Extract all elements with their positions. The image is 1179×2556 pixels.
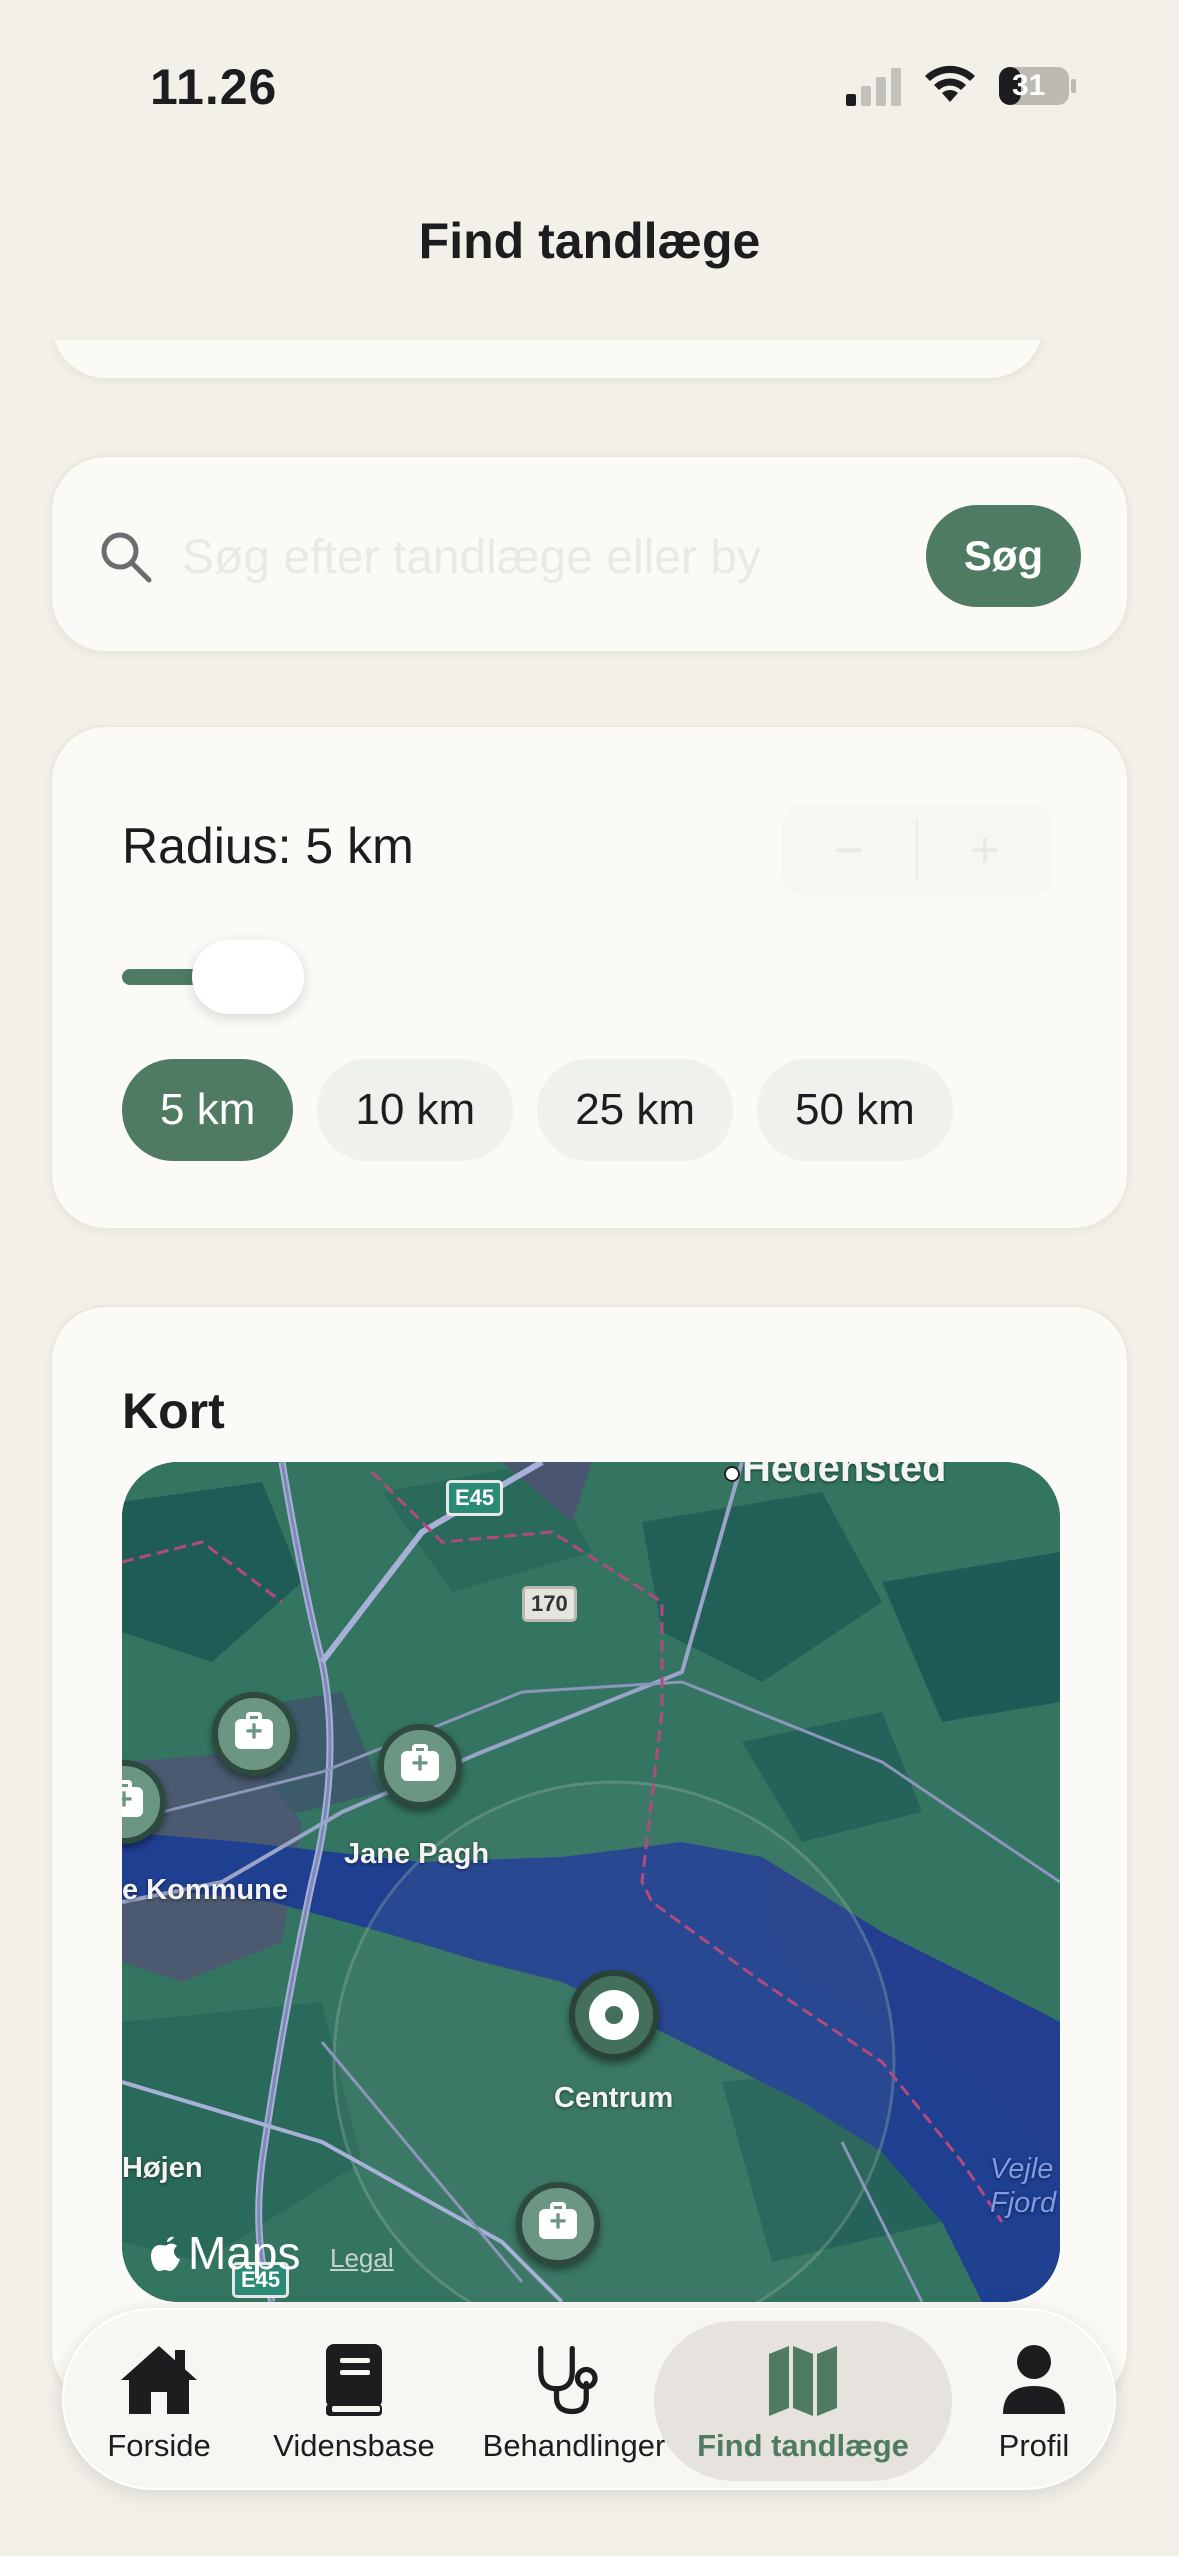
radius-chip-50[interactable]: 50 km <box>757 1059 953 1161</box>
location-ring-icon <box>589 1990 639 2040</box>
map-label-kommune: e Kommune <box>122 1874 288 1906</box>
map-label-hedensted: Hedensted <box>742 1462 947 1490</box>
search-icon <box>101 532 152 583</box>
maps-label: Maps <box>188 2227 301 2279</box>
tab-bar: Forside Vidensbase Behandlinger Find tan… <box>62 2308 1116 2490</box>
apple-logo-icon <box>151 2236 180 2271</box>
status-bar: 11.26 31 <box>0 0 1179 180</box>
map-icon <box>761 2338 845 2422</box>
map-view[interactable]: Hedensted E45 170 Jane Pagh e Kommune Ce… <box>122 1462 1060 2302</box>
dentist-pin-jane-pagh[interactable] <box>378 1724 462 1808</box>
road-shield-170: 170 <box>522 1586 577 1622</box>
search-input[interactable] <box>182 517 942 597</box>
current-location-pin[interactable] <box>569 1970 659 2060</box>
radius-chips: 5 km 10 km 25 km 50 km <box>122 1059 953 1161</box>
radius-label: Radius: 5 km <box>122 818 414 874</box>
tab-behandlinger[interactable]: Behandlinger <box>474 2310 674 2492</box>
stethoscope-icon <box>532 2338 616 2422</box>
signal-icon <box>846 68 901 106</box>
map-title: Kort <box>122 1383 225 1439</box>
radius-chip-10[interactable]: 10 km <box>317 1059 514 1161</box>
map-label-vejle-fjord: Vejle Fjord <box>990 2153 1057 2219</box>
briefcase-medical-icon <box>122 1780 143 1817</box>
radius-stepper[interactable]: − + <box>782 805 1052 895</box>
tab-profil[interactable]: Profil <box>964 2310 1104 2492</box>
road-shield-e45: E45 <box>446 1480 504 1516</box>
tab-forside[interactable]: Forside <box>84 2310 234 2492</box>
apple-maps-logo: Maps <box>150 2226 300 2280</box>
search-button[interactable]: Søg <box>926 505 1081 607</box>
wifi-icon <box>925 65 975 102</box>
map-label-jane-pagh: Jane Pagh <box>344 1838 490 1870</box>
radius-chip-5[interactable]: 5 km <box>122 1059 294 1161</box>
tab-vidensbase[interactable]: Vidensbase <box>264 2310 444 2492</box>
status-time: 11.26 <box>150 59 278 115</box>
tab-label: Forside <box>107 2428 211 2463</box>
radius-chip-25[interactable]: 25 km <box>537 1059 734 1161</box>
page-title: Find tandlæge <box>418 213 761 269</box>
map-card: Kort Hedensted E45 170 + + + Jane Pagh e… <box>50 1305 1129 2405</box>
tab-label: Find tandlæge <box>697 2428 909 2463</box>
tab-find-tandlaege[interactable]: Find tandlæge <box>654 2321 952 2481</box>
tab-label: Behandlinger <box>482 2428 666 2463</box>
briefcase-medical-icon <box>235 1712 273 1749</box>
house-icon <box>117 2338 201 2422</box>
map-label-hojen: Højen <box>122 2152 203 2184</box>
radius-slider-thumb[interactable] <box>192 940 304 1014</box>
battery-icon: 31 <box>998 66 1078 106</box>
tab-label: Profil <box>998 2428 1070 2463</box>
tab-label: Vidensbase <box>273 2428 435 2463</box>
radius-card: Radius: 5 km − + 5 km 10 km 25 km 50 km <box>50 725 1129 1230</box>
radius-decrement-button[interactable]: − <box>782 805 916 895</box>
map-label-centrum: Centrum <box>554 2082 674 2114</box>
battery-level: 31 <box>1012 69 1046 102</box>
briefcase-medical-icon <box>539 2202 577 2239</box>
legal-link[interactable]: Legal <box>330 2243 394 2274</box>
radius-slider-track[interactable] <box>122 969 202 985</box>
dentist-pin[interactable] <box>212 1692 296 1776</box>
person-icon <box>992 2338 1076 2422</box>
radius-increment-button[interactable]: + <box>918 805 1052 895</box>
briefcase-medical-icon <box>401 1744 439 1781</box>
search-card: Søg <box>50 455 1129 653</box>
dentist-pin-bottom[interactable] <box>516 2182 600 2266</box>
book-icon <box>312 2338 396 2422</box>
